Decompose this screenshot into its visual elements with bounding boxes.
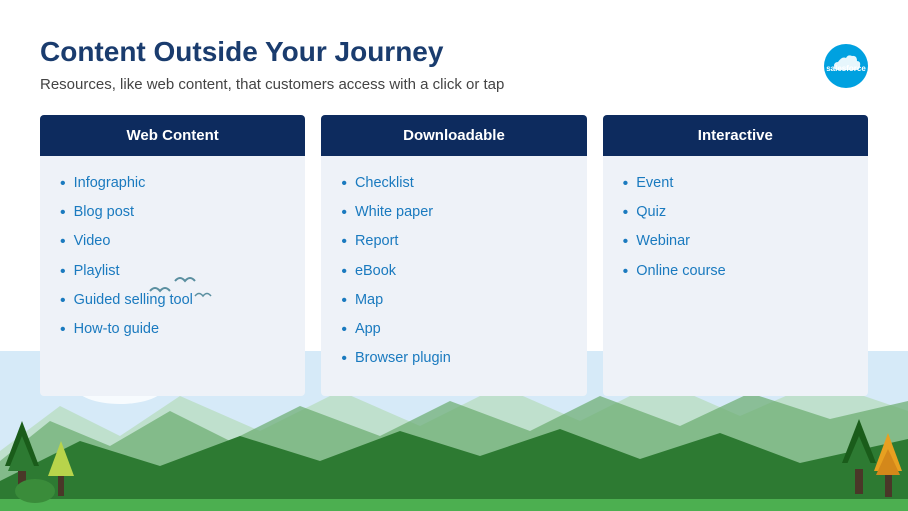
web-content-header: Web Content <box>40 115 305 156</box>
list-item: Quiz <box>623 203 852 222</box>
list-item: Online course <box>623 262 852 281</box>
web-content-body: Infographic Blog post Video Playlist Gui… <box>40 156 305 367</box>
birds-decoration <box>140 271 220 316</box>
columns-wrapper: Web Content Infographic Blog post Video … <box>40 115 868 396</box>
list-item: Video <box>60 232 289 251</box>
page-title: Content Outside Your Journey <box>40 36 868 68</box>
list-item: Infographic <box>60 174 289 193</box>
list-item: White paper <box>341 203 570 222</box>
list-item: Checklist <box>341 174 570 193</box>
salesforce-logo: salesforce <box>824 44 868 88</box>
downloadable-column: Downloadable Checklist White paper Repor… <box>321 115 586 396</box>
list-item: Browser plugin <box>341 349 570 368</box>
downloadable-header: Downloadable <box>321 115 586 156</box>
interactive-header: Interactive <box>603 115 868 156</box>
list-item: How-to guide <box>60 320 289 339</box>
downloadable-body: Checklist White paper Report eBook Map A… <box>321 156 586 396</box>
list-item: Map <box>341 291 570 310</box>
list-item: Webinar <box>623 232 852 251</box>
interactive-body: Event Quiz Webinar Online course <box>603 156 868 309</box>
list-item: Blog post <box>60 203 289 222</box>
interactive-column: Interactive Event Quiz Webinar Online co… <box>603 115 868 396</box>
downloadable-list: Checklist White paper Report eBook Map A… <box>341 174 570 368</box>
page-subtitle: Resources, like web content, that custom… <box>40 76 868 93</box>
interactive-list: Event Quiz Webinar Online course <box>623 174 852 281</box>
main-content: Content Outside Your Journey Resources, … <box>0 0 908 416</box>
web-content-column: Web Content Infographic Blog post Video … <box>40 115 305 396</box>
list-item: Report <box>341 232 570 251</box>
list-item: Event <box>623 174 852 193</box>
list-item: eBook <box>341 262 570 281</box>
list-item: App <box>341 320 570 339</box>
